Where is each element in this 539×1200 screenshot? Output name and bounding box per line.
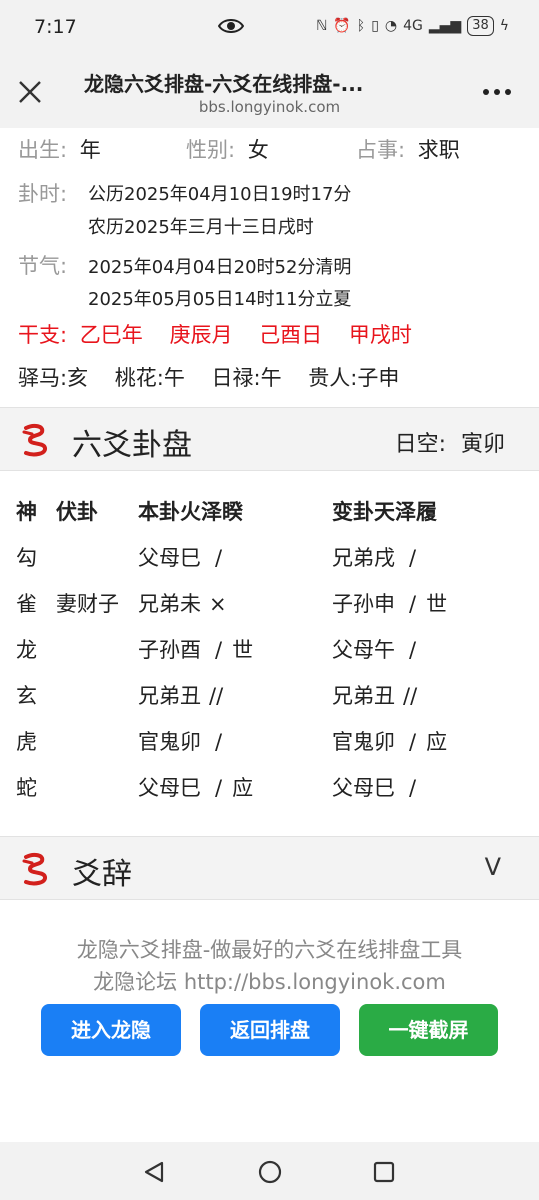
ganzhi-row: 干支: 乙巳年 庚辰月 己酉日 甲戌时 [18, 319, 412, 349]
col-header-fu: 伏卦 [56, 500, 98, 524]
rikong-label: 日空: [394, 432, 446, 457]
more-options-icon[interactable] [480, 82, 514, 102]
yaoci-section-header[interactable]: 爻辞 V [0, 836, 539, 900]
bian-yao: 父母午 / [332, 638, 417, 662]
matter-value: 求职 [417, 138, 460, 162]
vibrate-icon: ▯ [371, 18, 379, 34]
gender-row: 性别: 女 [186, 134, 269, 164]
charging-icon: ϟ [499, 18, 509, 34]
liushen: 虎 [16, 730, 37, 754]
matter-label: 占事: [356, 138, 406, 162]
time-label-row: 卦时: [18, 178, 67, 208]
col-header-ben: 本卦火泽睽 [138, 500, 243, 524]
solar-term-2: 2025年05月05日14时11分立夏 [88, 289, 352, 310]
ganzhi-month: 庚辰月 [169, 323, 233, 347]
ben-yao: 官鬼卯 / [138, 730, 223, 754]
alarm-icon: ⏰ [333, 18, 351, 34]
birth-row: 出生: 年 [18, 134, 101, 164]
rikong-value: 寅卯 [460, 432, 505, 457]
gender-label: 性别: [186, 138, 236, 162]
expand-toggle-icon[interactable]: V [485, 853, 501, 881]
liushen: 蛇 [16, 776, 37, 800]
fugua: 妻财子 [56, 592, 119, 616]
status-time: 7:17 [34, 16, 77, 38]
liushen: 勾 [16, 546, 37, 570]
ben-yao: 父母巳 / 应 [138, 776, 254, 800]
screenshot-button[interactable]: 一键截屏 [359, 1004, 498, 1056]
bluetooth-icon: ᛒ [356, 18, 366, 34]
ben-yao: 兄弟丑// [138, 684, 224, 708]
status-bar: 7:17 ℕ ⏰ ᛒ ▯ ◔ 4G ▂▄▆ 38 ϟ [0, 0, 539, 56]
liushen: 雀 [16, 592, 37, 616]
recents-icon[interactable] [372, 1160, 396, 1184]
solar-term-label: 节气: [18, 254, 68, 278]
shensha-rilu: 日禄:午 [211, 366, 282, 390]
back-to-paipan-button[interactable]: 返回排盘 [200, 1004, 340, 1056]
footer-slogan: 龙隐六爻排盘-做最好的六爻在线排盘工具 [76, 938, 463, 962]
solar-term-label-row: 节气: [18, 250, 67, 280]
rikong: 日空: 寅卯 [395, 426, 505, 458]
shensha-yima: 驿马:亥 [18, 366, 89, 390]
battery-icon: 38 [467, 16, 494, 36]
ben-yao: 父母巳 / [138, 546, 223, 570]
bian-yao: 兄弟戌 / [332, 546, 417, 570]
time-label: 卦时: [18, 182, 68, 206]
page-url: bbs.longyinok.com [198, 98, 341, 116]
network-type: 4G [403, 18, 423, 34]
bian-yao: 子孙申 / 世 [332, 592, 448, 616]
liushen: 玄 [16, 684, 37, 708]
browser-nav-bar: 龙隐六爻排盘-六爻在线排盘-... bbs.longyinok.com [0, 56, 539, 128]
paipan-title: 六爻卦盘 [72, 428, 192, 463]
status-icons: ℕ ⏰ ᛒ ▯ ◔ 4G ▂▄▆ 38 ϟ [316, 16, 509, 36]
wifi-icon: ◔ [384, 18, 398, 34]
nfc-icon: ℕ [316, 18, 328, 34]
system-nav-bar [0, 1142, 539, 1200]
dragon-logo-icon [22, 852, 47, 886]
shensha-taohua: 桃花:午 [114, 366, 185, 390]
matter-row: 占事: 求职 [356, 134, 460, 164]
yaoci-title: 爻辞 [72, 857, 132, 892]
col-header-shen: 神 [16, 500, 37, 524]
liushen: 龙 [16, 638, 37, 662]
ben-yao: 子孙酉 / 世 [138, 638, 254, 662]
col-header-bian: 变卦天泽履 [332, 500, 437, 524]
bian-yao: 官鬼卯 / 应 [332, 730, 448, 754]
bian-yao: 兄弟丑// [332, 684, 418, 708]
birth-value: 年 [79, 138, 101, 162]
ganzhi-year: 乙巳年 [79, 323, 143, 347]
ben-yao: 兄弟未 × [138, 592, 227, 616]
dragon-logo-icon [22, 423, 47, 457]
ganzhi-label: 干支: [18, 323, 68, 347]
eye-icon [218, 19, 244, 33]
solar-term-1: 2025年04月04日20时52分清明 [88, 257, 352, 278]
enter-longyin-button[interactable]: 进入龙隐 [41, 1004, 181, 1056]
solar-date: 公历2025年04月10日19时17分 [88, 184, 352, 205]
signal-icon: ▂▄▆ [428, 18, 462, 34]
ganzhi-day: 己酉日 [259, 323, 323, 347]
back-icon[interactable] [142, 1160, 166, 1184]
ganzhi-hour: 甲戌时 [348, 323, 412, 347]
footer-site[interactable]: 龙隐论坛 http://bbs.longyinok.com [0, 966, 539, 996]
page-title: 龙隐六爻排盘-六爻在线排盘-... [84, 72, 364, 96]
gender-value: 女 [247, 138, 269, 162]
shensha-guiren: 贵人:子申 [308, 366, 400, 390]
paipan-section-header: 六爻卦盘 日空: 寅卯 [0, 407, 539, 471]
shensha-row: 驿马:亥 桃花:午 日禄:午 贵人:子申 [18, 362, 399, 392]
lunar-date: 农历2025年三月十三日戌时 [88, 217, 314, 238]
birth-label: 出生: [18, 138, 68, 162]
bian-yao: 父母巳 / [332, 776, 417, 800]
home-icon[interactable] [257, 1159, 283, 1185]
